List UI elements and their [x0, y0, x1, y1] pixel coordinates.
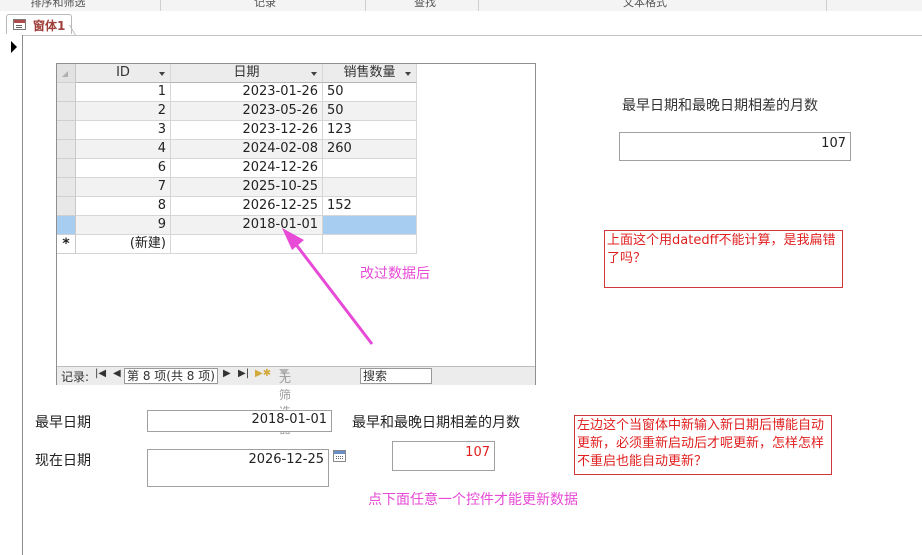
arrow-shaft — [286, 233, 374, 345]
note-datediff-question: 上面这个用datedff不能计算，是我扁错了吗？ — [604, 230, 843, 288]
cell-qty[interactable]: 123 — [323, 121, 417, 140]
table-row[interactable]: 7 2025-10-25 — [57, 178, 417, 197]
earliest-date-field[interactable]: 2018-01-01 — [147, 410, 332, 432]
diff-months-bottom-field[interactable]: 107 — [392, 441, 495, 471]
dropdown-arrow-icon[interactable] — [405, 72, 411, 76]
ribbon-group-records[interactable]: 记录 — [245, 0, 285, 10]
cell-id[interactable]: 3 — [76, 121, 171, 140]
cell-date[interactable]: 2024-02-08 — [171, 140, 323, 159]
first-record-icon[interactable]: |◀ — [95, 368, 106, 379]
current-record-arrow-icon — [11, 41, 17, 53]
table-row[interactable]: 3 2023-12-26 123 — [57, 121, 417, 140]
diff-months-label: 最早日期和最晚日期相差的月数 — [622, 98, 818, 114]
now-date-field[interactable]: 2026-12-25 — [147, 449, 329, 487]
corner-triangle-icon — [62, 71, 68, 77]
cell-date[interactable]: 2024-12-26 — [171, 159, 323, 178]
tab-label: 窗体1 — [33, 19, 66, 33]
cell-id[interactable]: 1 — [76, 83, 171, 102]
form-icon — [13, 19, 26, 30]
row-selector[interactable] — [57, 159, 76, 178]
select-all-corner[interactable] — [57, 64, 76, 83]
column-header-row: ID 日期 销售数量 — [57, 64, 417, 83]
search-input[interactable]: 搜索 — [360, 368, 432, 384]
cell-date[interactable]: 2025-10-25 — [171, 178, 323, 197]
row-selector[interactable] — [57, 178, 76, 197]
cell-id[interactable]: 2 — [76, 102, 171, 121]
annotation-click-hint: 点下面任意一个控件才能更新数据 — [368, 492, 578, 508]
record-navigation-bar: 记录: |◀ ◀ 第 8 项(共 8 项) ▶ ▶| ▶✱ 无筛选器 搜索 — [57, 366, 535, 436]
now-date-label: 现在日期 — [35, 453, 91, 469]
document-tab-strip: 窗体1 — [0, 11, 922, 36]
diff-months-field[interactable]: 107 — [619, 132, 851, 161]
cell-qty[interactable]: 50 — [323, 102, 417, 121]
column-header-label: 销售数量 — [343, 65, 396, 80]
row-selector[interactable] — [57, 140, 76, 159]
table-row[interactable]: 6 2024-12-26 — [57, 159, 417, 178]
dropdown-arrow-icon[interactable] — [311, 72, 317, 76]
cell-id[interactable]: 8 — [76, 197, 171, 216]
row-selector[interactable] — [57, 121, 76, 140]
next-record-icon[interactable]: ▶ — [223, 368, 231, 379]
column-header-qty[interactable]: 销售数量 — [323, 64, 417, 83]
arrow-head — [282, 228, 304, 250]
row-selector[interactable] — [57, 83, 76, 102]
current-record-field[interactable]: 第 8 项(共 8 项) — [124, 368, 218, 384]
table-row[interactable]: 1 2023-01-26 50 — [57, 83, 417, 102]
diff-months-bottom-label: 最早和最晚日期相差的月数 — [352, 415, 520, 431]
cell-qty[interactable] — [323, 159, 417, 178]
table-row[interactable]: 4 2024-02-08 260 — [57, 140, 417, 159]
new-record-icon[interactable]: ▶✱ — [255, 368, 271, 379]
form-record-selector[interactable] — [0, 35, 23, 555]
last-record-icon[interactable]: ▶| — [238, 368, 249, 379]
cell-id[interactable]: 9 — [76, 216, 171, 235]
cell-qty[interactable] — [323, 178, 417, 197]
column-header-label: ID — [116, 65, 130, 80]
column-header-date[interactable]: 日期 — [171, 64, 323, 83]
cell-date[interactable]: 2026-12-25 — [171, 197, 323, 216]
cell-date[interactable]: 2023-12-26 — [171, 121, 323, 140]
ribbon-group-text-format[interactable]: 文本格式 — [615, 0, 675, 10]
cell-id[interactable]: 6 — [76, 159, 171, 178]
ribbon-separator — [160, 0, 161, 11]
dropdown-arrow-icon[interactable] — [159, 72, 165, 76]
table-row[interactable]: 2 2023-05-26 50 — [57, 102, 417, 121]
cell-qty[interactable]: 260 — [323, 140, 417, 159]
cell-date[interactable]: 2023-01-26 — [171, 83, 323, 102]
cell-qty[interactable]: 152 — [323, 197, 417, 216]
ribbon-separator — [365, 0, 366, 11]
cell-id[interactable]: 7 — [76, 178, 171, 197]
new-record-marker: * — [57, 235, 76, 254]
note-auto-update-question: 左边这个当窗体中新输入新日期后博能自动更新，必须重新启动后才呢更新，怎样怎样不重… — [574, 415, 832, 475]
table-row[interactable]: 8 2026-12-25 152 — [57, 197, 417, 216]
previous-record-icon[interactable]: ◀ — [113, 368, 121, 379]
nav-label: 记录: — [61, 370, 90, 384]
annotation-arrow — [282, 228, 374, 345]
cell-id[interactable]: 4 — [76, 140, 171, 159]
column-header-label: 日期 — [233, 65, 260, 80]
ribbon-separator — [478, 0, 479, 11]
ribbon-group-find[interactable]: 查找 — [405, 0, 445, 10]
tab-form1[interactable]: 窗体1 — [6, 14, 72, 34]
ribbon-group-sort-filter[interactable]: 排序和筛选 — [28, 0, 88, 10]
row-selector[interactable] — [57, 216, 76, 235]
earliest-date-label: 最早日期 — [35, 415, 91, 431]
cell-id-new[interactable]: (新建) — [76, 235, 171, 254]
row-selector[interactable] — [57, 197, 76, 216]
cell-qty[interactable]: 50 — [323, 83, 417, 102]
row-selector[interactable] — [57, 102, 76, 121]
ribbon-separator — [826, 0, 827, 11]
calendar-icon[interactable] — [333, 450, 346, 462]
column-header-id[interactable]: ID — [76, 64, 171, 83]
cell-date[interactable]: 2023-05-26 — [171, 102, 323, 121]
